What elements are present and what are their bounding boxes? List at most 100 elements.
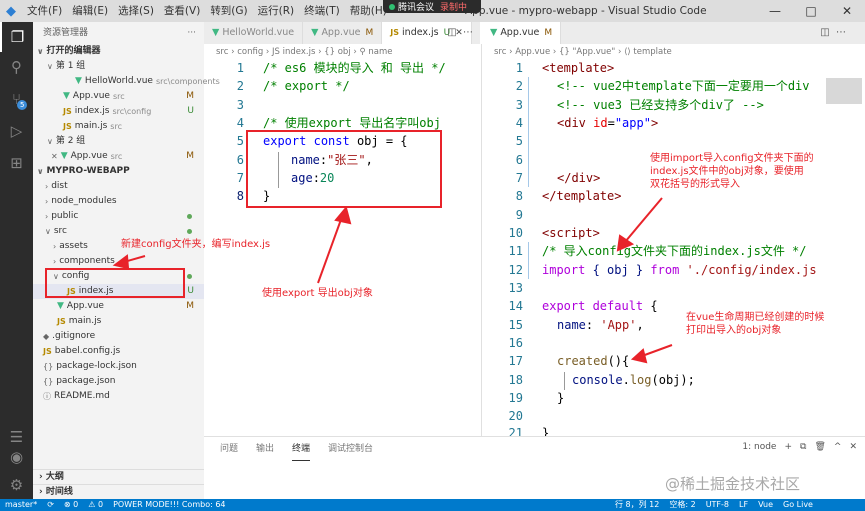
line-number: 7: [236, 171, 244, 185]
tree-folder-public[interactable]: › public: [33, 209, 204, 224]
warnings-count[interactable]: ⚠ 0: [88, 499, 103, 511]
maximize-panel-button[interactable]: ^: [834, 442, 842, 452]
editor-split-divider[interactable]: [481, 44, 482, 436]
close-panel-button[interactable]: ✕: [849, 442, 857, 452]
split-editor-icon[interactable]: ◫: [444, 22, 460, 44]
line-number: 18: [508, 373, 523, 387]
tab-output[interactable]: 输出: [256, 437, 274, 461]
search-icon[interactable]: ⚲: [0, 52, 33, 82]
file-name: package.json: [56, 376, 116, 386]
timeline-section[interactable]: › 时间线: [33, 484, 204, 499]
vue-file-icon: ▼: [212, 27, 220, 38]
tree-file-readme[interactable]: ⓘ README.md: [33, 389, 204, 404]
split-editor-icon[interactable]: ◫: [817, 22, 833, 44]
run-debug-icon[interactable]: ▷: [0, 116, 33, 146]
explorer-more-button[interactable]: ···: [187, 22, 196, 44]
git-branch[interactable]: master*: [5, 499, 37, 511]
menu-view[interactable]: 查看(V): [159, 0, 205, 22]
menu-selection[interactable]: 选择(S): [113, 0, 159, 22]
project-section[interactable]: ∨ MYPRO-WEBAPP: [33, 164, 204, 179]
chevron-right-icon: ›: [53, 242, 57, 251]
indent-guide: [564, 372, 565, 390]
sync-icon[interactable]: ⟳: [47, 499, 54, 511]
split-terminal-button[interactable]: ⧉: [800, 442, 806, 452]
line-number: 19: [508, 391, 523, 405]
settings-gear-icon[interactable]: ⚙: [0, 470, 33, 500]
line-number: 13: [508, 281, 523, 295]
info-file-icon: ⓘ: [43, 392, 51, 401]
vue-file-icon: ▼: [75, 76, 82, 86]
tag: >: [650, 116, 659, 130]
indentation[interactable]: 空格: 2: [669, 499, 695, 511]
open-editor-item[interactable]: ✕ ▼ App.vue src M: [33, 149, 204, 164]
more-actions-icon[interactable]: ⋯: [460, 22, 476, 44]
tree-file-package-lock[interactable]: {} package-lock.json: [33, 359, 204, 374]
tree-file-app-vue[interactable]: ▼ App.vue M: [33, 299, 204, 314]
tree-file-gitignore[interactable]: ◆ .gitignore: [33, 329, 204, 344]
panel-actions: 1: node + ⧉ 🗑 ^ ✕: [734, 442, 857, 452]
extensions-icon[interactable]: ⊞: [0, 148, 33, 178]
open-editors-section[interactable]: ∨ 打开的编辑器: [33, 44, 204, 59]
menu-file[interactable]: 文件(F): [22, 0, 67, 22]
open-editor-item[interactable]: ▼ HelloWorld.vue src\components: [33, 74, 220, 89]
menu-go[interactable]: 转到(G): [205, 0, 252, 22]
close-icon[interactable]: ✕: [51, 149, 58, 164]
encoding[interactable]: UTF-8: [706, 499, 729, 511]
open-group-2[interactable]: ∨ 第 2 组: [33, 134, 204, 149]
terminal-select[interactable]: 1: node: [742, 442, 776, 452]
tree-folder-dist[interactable]: › dist: [33, 179, 204, 194]
right-breadcrumb[interactable]: src › App.vue › {} "App.vue" › ⟨⟩ templa…: [494, 44, 672, 60]
arrow-export: [317, 213, 344, 284]
live-share-icon[interactable]: ◉: [0, 442, 33, 472]
menu-terminal[interactable]: 终端(T): [299, 0, 345, 22]
tree-file-babel[interactable]: JS babel.config.js: [33, 344, 204, 359]
tab-problems[interactable]: 问题: [220, 437, 238, 461]
source-control-icon[interactable]: ⑂ 5: [0, 84, 33, 114]
more-actions-icon[interactable]: ⋯: [833, 22, 849, 44]
outline-label: 大纲: [45, 472, 64, 482]
open-group-1[interactable]: ∨ 第 1 组: [33, 59, 204, 74]
cursor-position[interactable]: 行 8，列 12: [615, 499, 659, 511]
open-editor-item[interactable]: ▼ App.vue src M: [33, 89, 204, 104]
code-line: <!-- vue3 已经支持多个div了 -->: [557, 98, 764, 112]
tree-folder-node-modules[interactable]: › node_modules: [33, 194, 204, 209]
string: './config/index.js: [679, 263, 817, 277]
explorer-icon[interactable]: ❐: [0, 22, 33, 52]
end-of-line[interactable]: LF: [739, 499, 748, 511]
left-breadcrumb[interactable]: src › config › JS index.js › {} obj › ⚲ …: [216, 44, 393, 60]
outline-section[interactable]: › 大纲: [33, 469, 204, 484]
folder-name: node_modules: [51, 196, 117, 206]
chevron-down-icon: ∨: [37, 167, 44, 176]
git-status: M: [186, 301, 194, 311]
maximize-button[interactable]: □: [793, 0, 829, 22]
keyword: export: [542, 299, 586, 313]
tag: <div: [557, 116, 586, 130]
scm-badge: 5: [17, 100, 28, 110]
tab-app-vue-right[interactable]: ▼ App.vue M: [482, 22, 562, 44]
kill-terminal-button[interactable]: 🗑: [814, 442, 825, 452]
tab-helloworld-vue[interactable]: ▼ HelloWorld.vue: [204, 22, 304, 44]
menu-edit[interactable]: 编辑(E): [67, 0, 113, 22]
tab-app-vue[interactable]: ▼ App.vue M: [303, 22, 383, 44]
errors-count[interactable]: ⊗ 0: [64, 499, 78, 511]
chevron-down-icon: ∨: [45, 227, 51, 236]
code-line: <template>: [542, 61, 615, 75]
tree-file-main-js[interactable]: JS main.js: [33, 314, 204, 329]
minimap[interactable]: [826, 78, 862, 104]
language-mode[interactable]: Vue: [758, 499, 773, 511]
meeting-indicator[interactable]: 腾讯会议 录制中: [383, 0, 481, 13]
tree-folder-src[interactable]: ∨ src: [33, 224, 204, 239]
minimize-button[interactable]: —: [757, 0, 793, 22]
tree-folder-components[interactable]: › components: [33, 254, 204, 269]
annotation-import: 使用import导入config文件夹下面的 index.js文件中的obj对象…: [650, 152, 814, 191]
tab-debug-console[interactable]: 调试控制台: [328, 437, 373, 461]
tab-terminal[interactable]: 终端: [292, 437, 311, 461]
new-terminal-button[interactable]: +: [784, 442, 792, 452]
go-live-button[interactable]: Go Live: [783, 499, 813, 511]
open-editor-item[interactable]: JS index.js src\config U: [33, 104, 204, 119]
menu-run[interactable]: 运行(R): [253, 0, 300, 22]
open-editor-item[interactable]: JS main.js src: [33, 119, 204, 134]
line-number: 14: [508, 299, 523, 313]
close-window-button[interactable]: ✕: [829, 0, 865, 22]
tree-file-package[interactable]: {} package.json: [33, 374, 204, 389]
